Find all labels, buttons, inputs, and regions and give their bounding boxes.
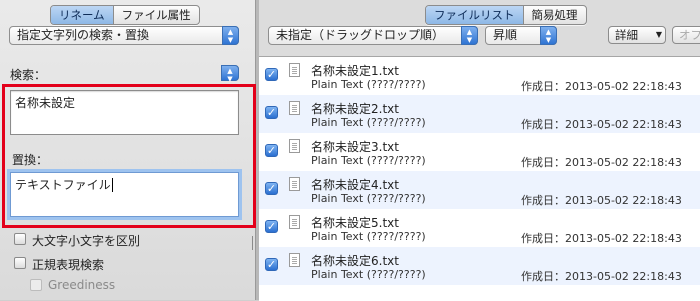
chevron-down-icon: ▼ (655, 30, 662, 39)
popup-arrows-icon: ▲ ▼ (461, 26, 478, 45)
detail-button[interactable]: 詳細 ▼ (608, 26, 666, 44)
file-date: 作成日：2013-05-02 22:18:43 (521, 270, 682, 283)
file-list-panel: ファイルリスト 簡易処理 未指定（ドラッグドロップ順） ▲ ▼ 昇順 ▲ ▼ 詳細 … (259, 0, 700, 301)
right-tab-bar: ファイルリスト 簡易処理 (425, 5, 587, 25)
file-name: 名称未設定1.txt (311, 64, 399, 78)
file-type: Plain Text (????/????) (311, 268, 426, 281)
file-type: Plain Text (????/????) (311, 230, 426, 243)
file-checkbox[interactable]: ✓ (265, 182, 278, 195)
detail-button-label: 詳細 (615, 28, 638, 42)
file-checkbox[interactable]: ✓ (265, 144, 278, 157)
search-options-popup[interactable]: ▲ ▼ (221, 65, 239, 83)
popup-arrows-icon: ▲ ▼ (540, 26, 557, 45)
text-file-icon (289, 63, 300, 77)
list-item[interactable]: ✓ 名称未設定4.txt Plain Text (????/????) 作成日：… (259, 171, 700, 209)
greediness-checkbox[interactable] (30, 279, 42, 291)
text-file-icon (289, 215, 300, 229)
list-item[interactable]: ✓ 名称未設定1.txt Plain Text (????/????) 作成日：… (259, 57, 700, 95)
mode-popup[interactable]: 指定文字列の検索・置換 ▲ ▼ (9, 26, 239, 45)
text-file-icon (289, 139, 300, 153)
list-item[interactable]: ✓ 名称未設定6.txt Plain Text (????/????) 作成日：… (259, 247, 700, 285)
file-date: 作成日：2013-05-02 22:18:43 (521, 156, 682, 169)
file-name: 名称未設定4.txt (311, 178, 399, 192)
file-name: 名称未設定2.txt (311, 102, 399, 116)
popup-arrows-icon: ▲ ▼ (221, 65, 239, 83)
list-item[interactable]: ✓ 名称未設定3.txt Plain Text (????/????) 作成日：… (259, 133, 700, 171)
text-file-icon (289, 253, 300, 267)
greediness-label: Greediness (48, 278, 116, 292)
tab-simple-process[interactable]: 簡易処理 (522, 6, 586, 24)
highlight-box (2, 84, 256, 228)
file-name: 名称未設定5.txt (311, 216, 399, 230)
regex-checkbox[interactable] (14, 257, 26, 269)
case-sensitive-checkbox[interactable] (14, 233, 26, 245)
popup-arrows-icon: ▲ ▼ (222, 26, 239, 45)
file-date: 作成日：2013-05-02 22:18:43 (521, 194, 682, 207)
text-file-icon (289, 177, 300, 191)
off-button-label: オフ (679, 28, 700, 42)
sort-popup-label: 未指定（ドラッグドロップ順） (276, 28, 445, 42)
file-list: ✓ 名称未設定1.txt Plain Text (????/????) 作成日：… (259, 56, 700, 301)
tab-rename[interactable]: リネーム (51, 6, 113, 24)
regex-label: 正規表現検索 (32, 258, 105, 272)
file-name: 名称未設定6.txt (311, 254, 399, 268)
file-type: Plain Text (????/????) (311, 78, 426, 91)
mode-popup-label: 指定文字列の検索・置換 (17, 28, 150, 42)
search-label: 検索： (10, 68, 47, 82)
list-item[interactable]: ✓ 名称未設定2.txt Plain Text (????/????) 作成日：… (259, 95, 700, 133)
file-checkbox[interactable]: ✓ (265, 68, 278, 81)
file-checkbox[interactable]: ✓ (265, 220, 278, 233)
file-date: 作成日：2013-05-02 22:18:43 (521, 80, 682, 93)
tab-file-list[interactable]: ファイルリスト (426, 6, 523, 24)
left-tab-bar: リネーム ファイル属性 (50, 5, 200, 25)
off-button[interactable]: オフ (672, 26, 700, 44)
file-date: 作成日：2013-05-02 22:18:43 (521, 232, 682, 245)
file-name: 名称未設定3.txt (311, 140, 399, 154)
file-type: Plain Text (????/????) (311, 192, 426, 205)
file-checkbox[interactable]: ✓ (265, 106, 278, 119)
tab-file-attributes[interactable]: ファイル属性 (112, 6, 199, 24)
rename-panel: リネーム ファイル属性 指定文字列の検索・置換 ▲ ▼ 検索： ▲ ▼ 名称未設定 … (0, 0, 257, 300)
sort-popup[interactable]: 未指定（ドラッグドロップ順） ▲ ▼ (268, 26, 478, 45)
file-type: Plain Text (????/????) (311, 154, 426, 167)
file-checkbox[interactable]: ✓ (265, 258, 278, 271)
text-file-icon (289, 101, 300, 115)
file-type: Plain Text (????/????) (311, 116, 426, 129)
list-item[interactable]: ✓ 名称未設定5.txt Plain Text (????/????) 作成日：… (259, 209, 700, 247)
case-sensitive-label: 大文字小文字を区別 (32, 234, 141, 248)
order-popup[interactable]: 昇順 ▲ ▼ (485, 26, 557, 45)
file-date: 作成日：2013-05-02 22:18:43 (521, 118, 682, 131)
order-popup-label: 昇順 (493, 28, 518, 42)
